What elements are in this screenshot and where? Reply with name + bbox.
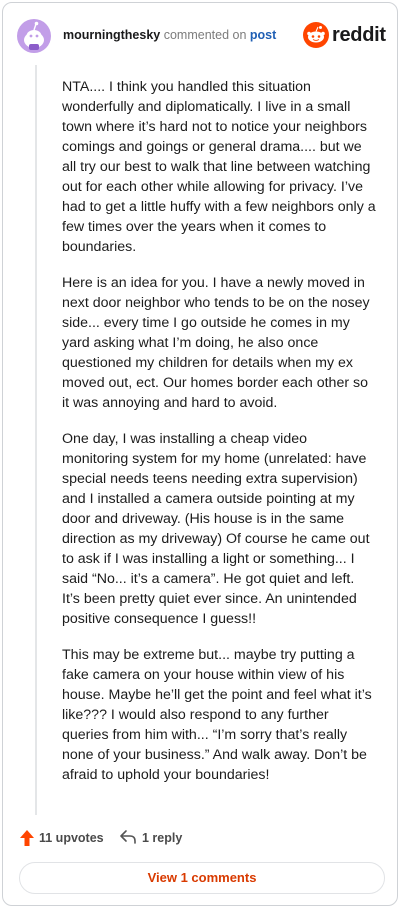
upvote-arrow-icon [20,830,34,846]
thread-line[interactable] [35,65,37,815]
snoo-avatar-icon [17,19,51,53]
reply-arrow-icon [120,830,136,844]
username-link[interactable]: mourningthesky [63,28,160,42]
comment-meta: mourningthesky commented on post [63,28,276,42]
comment-card: mourningthesky commented on post reddit … [2,2,398,906]
post-link[interactable]: post [250,28,276,42]
comment-paragraph: Here is an idea for you. I have a newly … [62,275,370,411]
reddit-wordmark: reddit [332,24,386,46]
reddit-brand[interactable]: reddit [303,21,386,51]
comment-header: mourningthesky commented on post reddit [17,17,386,57]
comment-paragraph: This may be extreme but... maybe try put… [62,647,372,783]
view-comments-button[interactable]: View 1 comments [19,862,385,894]
comment-paragraph: NTA.... I think you handled this situati… [62,79,376,255]
avatar[interactable] [17,19,51,53]
comment-paragraph: One day, I was installing a cheap video … [62,431,370,627]
reddit-logo-icon [303,22,329,48]
upvote-count: 11 upvotes [39,831,104,845]
commented-on-text: commented on [163,28,247,42]
reply-count: 1 reply [142,831,183,845]
comment-actions: 11 upvotes 1 reply [19,828,381,848]
comment-body: NTA.... I think you handled this situati… [62,77,376,801]
